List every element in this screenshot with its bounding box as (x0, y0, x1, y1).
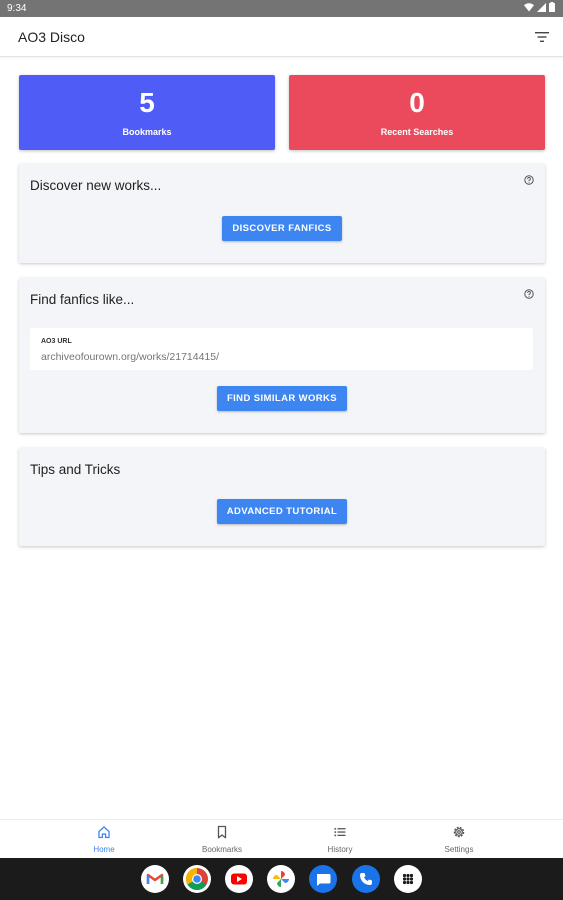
home-icon (98, 826, 110, 839)
nav-item-history[interactable]: History (290, 820, 390, 859)
nav-label-bookmarks: Bookmarks (201, 845, 242, 854)
bookmark-icon (217, 825, 227, 839)
ao3-url-field[interactable]: AO3 URL (30, 328, 533, 370)
discover-fanfics-button[interactable]: DISCOVER FANFICS (222, 216, 342, 241)
chrome-icon[interactable] (183, 865, 211, 893)
bottom-navigation: Home Bookmarks History Settings (0, 819, 563, 858)
recent-searches-count: 0 (409, 87, 425, 118)
bookmarks-count: 5 (139, 87, 155, 118)
nav-item-settings[interactable]: Settings (409, 820, 509, 859)
discover-title: Discover new works... (30, 178, 162, 193)
ao3-url-input[interactable] (41, 349, 521, 365)
signal-icon (537, 2, 546, 12)
recent-searches-stat-card[interactable]: 0 Recent Searches (289, 75, 545, 150)
gmail-icon[interactable] (141, 865, 169, 893)
bookmarks-label: Bookmarks (122, 127, 172, 137)
status-bar: 9:34 (0, 0, 563, 17)
tips-title: Tips and Tricks (30, 462, 121, 477)
filter-icon[interactable] (533, 28, 551, 46)
nav-item-home[interactable]: Home (54, 820, 154, 859)
nav-item-bookmarks[interactable]: Bookmarks (172, 820, 272, 859)
taskbar (0, 858, 563, 900)
bookmarks-stat-card[interactable]: 5 Bookmarks (19, 75, 275, 150)
help-icon[interactable] (524, 289, 534, 299)
find-similar-title: Find fanfics like... (30, 292, 135, 307)
list-icon (334, 828, 346, 837)
system-icons (524, 2, 555, 12)
youtube-icon[interactable] (225, 865, 253, 893)
recent-searches-label: Recent Searches (380, 127, 454, 137)
ao3-url-label: AO3 URL (41, 338, 72, 345)
find-similar-works-button[interactable]: FIND SIMILAR WORKS (217, 386, 347, 411)
phone-icon[interactable] (352, 865, 380, 893)
gear-icon (453, 826, 465, 838)
photos-icon[interactable] (267, 865, 295, 893)
help-icon[interactable] (524, 175, 534, 185)
battery-icon (549, 2, 555, 12)
find-similar-panel: Find fanfics like... AO3 URL FIND SIMILA… (19, 278, 545, 433)
tips-panel: Tips and Tricks ADVANCED TUTORIAL (19, 448, 545, 546)
advanced-tutorial-button[interactable]: ADVANCED TUTORIAL (217, 499, 347, 524)
app-bar: AO3 Disco (0, 17, 563, 57)
nav-label-home: Home (93, 845, 115, 854)
app-title: AO3 Disco (18, 29, 85, 45)
status-time: 9:34 (7, 3, 27, 14)
app-drawer-icon[interactable] (394, 865, 422, 893)
nav-label-settings: Settings (444, 845, 474, 854)
messages-icon[interactable] (309, 865, 337, 893)
discover-panel: Discover new works... DISCOVER FANFICS (19, 164, 545, 263)
wifi-icon (524, 2, 534, 11)
nav-label-history: History (327, 845, 353, 854)
